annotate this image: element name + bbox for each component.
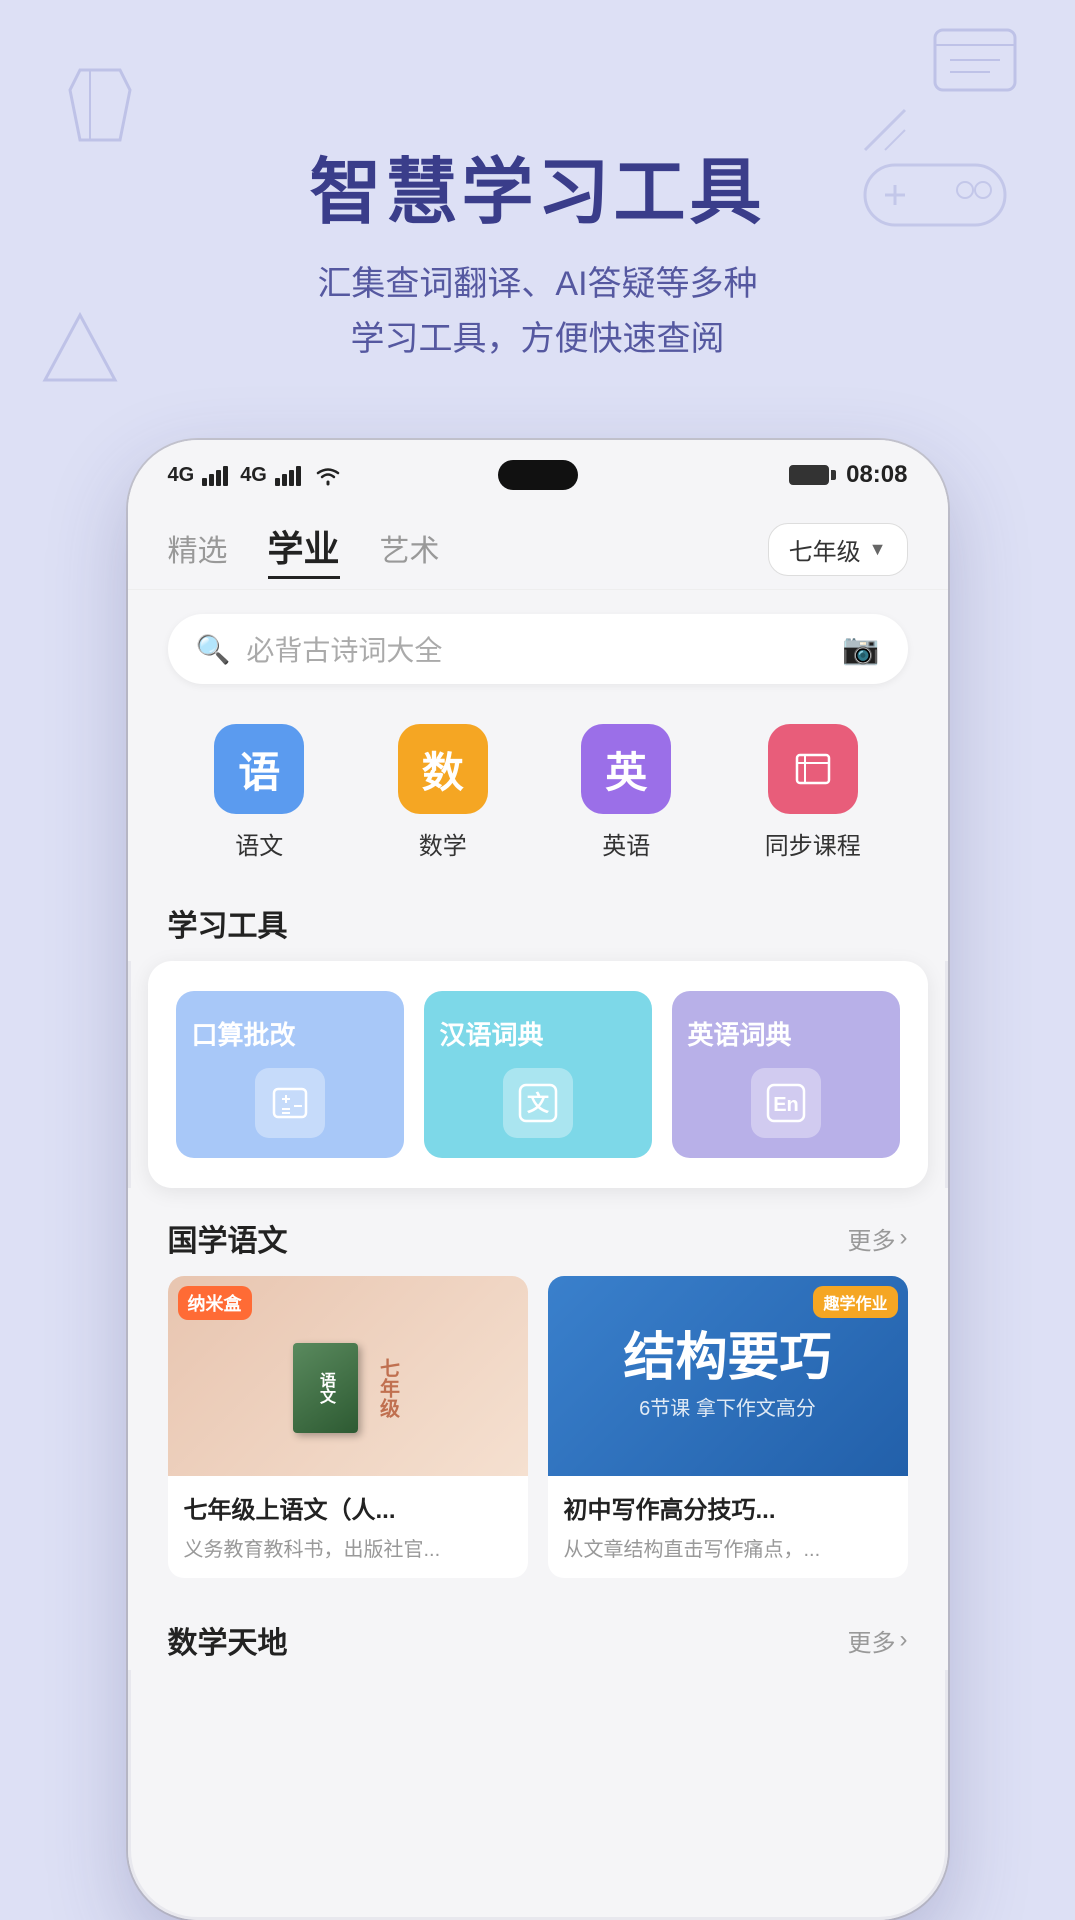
card-2-headline: 结构要巧 [623, 1332, 831, 1384]
battery-icon [789, 465, 836, 485]
math-chevron-right-icon: › [900, 1626, 908, 1654]
svg-text:文: 文 [526, 1091, 549, 1116]
math-more-link[interactable]: 更多 › [848, 1623, 908, 1658]
subject-chinese[interactable]: 语 语文 [214, 724, 304, 861]
card-1-image: 纳米盒 语文 七年级 [168, 1276, 528, 1476]
subject-icon-chinese: 语 [214, 724, 304, 814]
guoxue-more-link[interactable]: 更多 › [848, 1221, 908, 1256]
guoxue-header: 国学语文 更多 › [128, 1208, 948, 1276]
signal-4g-2: 4G [240, 464, 267, 487]
subject-course[interactable]: 同步课程 [765, 724, 861, 861]
phone-mockup: 4G 4G [128, 440, 948, 1920]
chevron-right-icon: › [900, 1224, 908, 1252]
subject-math[interactable]: 数 数学 [398, 724, 488, 861]
search-icon: 🔍 [196, 633, 231, 666]
guoxue-title: 国学语文 [168, 1216, 288, 1260]
tool-chinese-dict-title: 汉语词典 [440, 1015, 544, 1052]
grade-selector[interactable]: 七年级 ▼ [768, 523, 908, 576]
subject-label-course: 同步课程 [765, 826, 861, 861]
learning-tools-title: 学习工具 [128, 885, 948, 961]
card-1-title: 七年级上语文（人... [184, 1490, 512, 1525]
card-1-desc: 义务教育教科书，出版社官... [184, 1533, 512, 1562]
chinese-dict-icon: 文 [503, 1068, 573, 1138]
tools-section: 口算批改 汉语词典 [148, 961, 928, 1188]
tab-art[interactable]: 艺术 [380, 526, 440, 574]
card-2-badge: 趣学作业 [813, 1286, 897, 1318]
phone-frame: 4G 4G [128, 440, 948, 1920]
chevron-down-icon: ▼ [869, 539, 887, 560]
card-2-desc: 从文章结构直击写作痛点，... [564, 1533, 892, 1562]
english-dict-icon: En [751, 1068, 821, 1138]
card-2-body: 初中写作高分技巧... 从文章结构直击写作痛点，... [548, 1476, 908, 1578]
subject-label-math: 数学 [419, 826, 467, 861]
signal-4g-1: 4G [168, 464, 195, 487]
card-1-badge: 纳米盒 [178, 1286, 252, 1320]
subject-english[interactable]: 英 英语 [581, 724, 671, 861]
guoxue-card-1[interactable]: 纳米盒 语文 七年级 七年级上语文（人... 义务教育教科书，出版社官... [168, 1276, 528, 1578]
subject-icon-course [768, 724, 858, 814]
hero-section: 智慧学习工具 汇集查词翻译、AI答疑等多种 学习工具，方便快速查阅 [0, 0, 1075, 460]
search-bar[interactable]: 🔍 必背古诗词大全 📷 [168, 614, 908, 684]
signal-bars-icon [202, 464, 232, 486]
hero-title: 智慧学习工具 [309, 154, 765, 233]
search-section: 🔍 必背古诗词大全 📷 [128, 590, 948, 708]
math-title: 数学天地 [168, 1618, 288, 1662]
status-left: 4G 4G [168, 464, 343, 487]
guoxue-cards: 纳米盒 语文 七年级 七年级上语文（人... 义务教育教科书，出版社官... [128, 1276, 948, 1602]
tool-oral-title: 口算批改 [192, 1015, 296, 1052]
camera-notch [498, 460, 578, 490]
subject-icon-english: 英 [581, 724, 671, 814]
wifi-icon [313, 464, 343, 486]
tool-card-english-dict[interactable]: 英语词典 En [672, 991, 900, 1158]
tool-card-oral[interactable]: 口算批改 [176, 991, 404, 1158]
tab-curated[interactable]: 精选 [168, 526, 228, 574]
tool-english-dict-title: 英语词典 [688, 1015, 792, 1052]
subject-label-chinese: 语文 [235, 826, 283, 861]
tool-card-chinese-dict[interactable]: 汉语词典 文 [424, 991, 652, 1158]
math-header: 数学天地 更多 › [128, 1602, 948, 1670]
card-1-body: 七年级上语文（人... 义务教育教科书，出版社官... [168, 1476, 528, 1578]
nav-tabs: 精选 学业 艺术 七年级 ▼ [128, 510, 948, 590]
card-2-image: 趣学作业 结构要巧 6节课 拿下作文高分 [548, 1276, 908, 1476]
svg-text:En: En [773, 1094, 799, 1116]
subjects-section: 语 语文 数 数学 英 英语 同步课程 [128, 708, 948, 885]
card-2-title: 初中写作高分技巧... [564, 1490, 892, 1525]
hero-subtitle: 汇集查词翻译、AI答疑等多种 学习工具，方便快速查阅 [317, 257, 757, 366]
guoxue-section: 国学语文 更多 › 纳米盒 语文 七年级 [128, 1188, 948, 1670]
status-right: 08:08 [789, 461, 907, 489]
signal-bars-2-icon [275, 464, 305, 486]
camera-search-icon[interactable]: 📷 [842, 632, 879, 667]
guoxue-card-2[interactable]: 趣学作业 结构要巧 6节课 拿下作文高分 初中写作高分技巧... 从文章结构直击… [548, 1276, 908, 1578]
oral-calc-icon [255, 1068, 325, 1138]
book-label: 七年级 [374, 1358, 403, 1418]
time-display: 08:08 [846, 461, 907, 489]
card-2-sub: 6节课 拿下作文高分 [639, 1392, 816, 1421]
subject-label-english: 英语 [602, 826, 650, 861]
search-placeholder: 必背古诗词大全 [246, 629, 826, 669]
status-bar: 4G 4G [128, 440, 948, 510]
grade-label: 七年级 [789, 532, 861, 567]
book-cover: 语文 [293, 1343, 358, 1433]
subject-icon-math: 数 [398, 724, 488, 814]
tab-academic[interactable]: 学业 [268, 520, 340, 579]
